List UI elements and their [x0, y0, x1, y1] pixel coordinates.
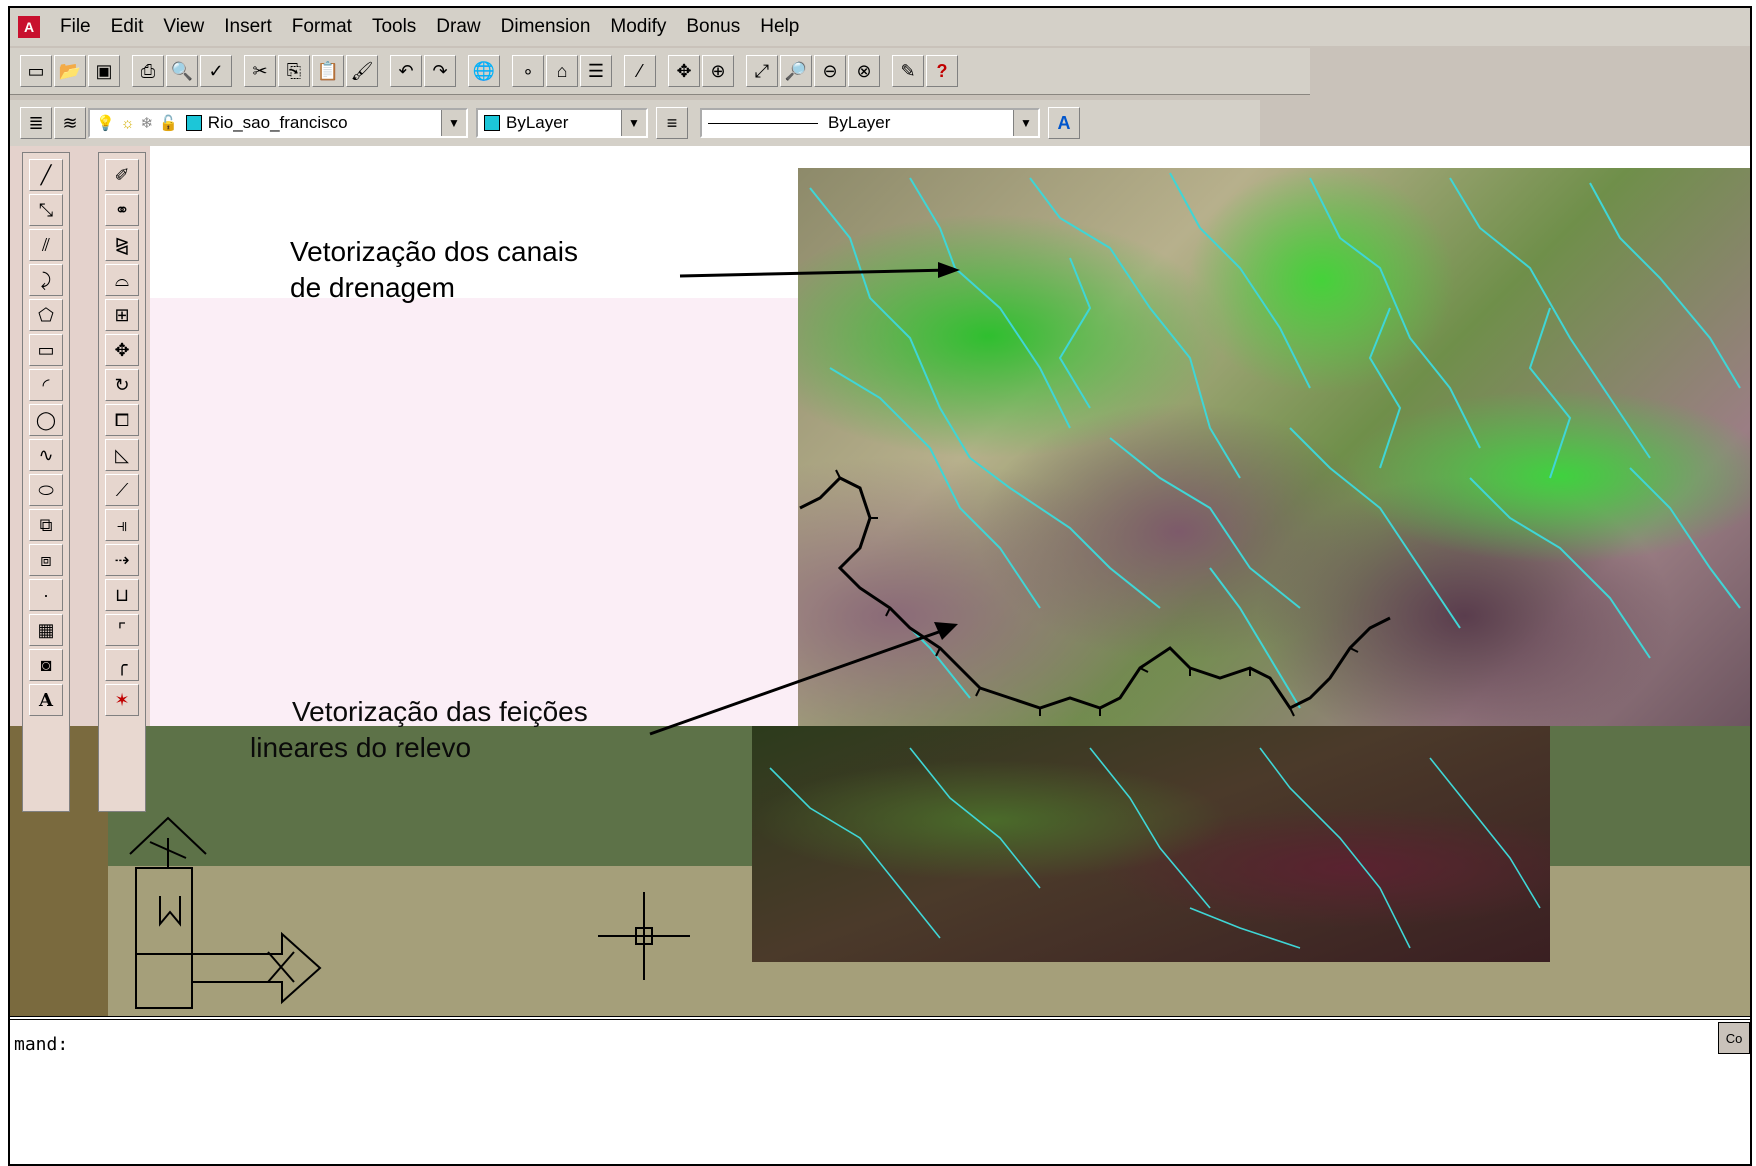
vector-overlay — [129, 172, 1741, 1009]
relief-feature-line — [799, 476, 1391, 710]
drainage-annotation-line1: Vetorização dos canais — [290, 236, 578, 267]
drainage-arrowhead — [938, 262, 960, 278]
crosshair-cursor — [598, 892, 690, 980]
ucs-axis-icon — [129, 816, 322, 1009]
command-corner[interactable]: Co — [1718, 1022, 1750, 1054]
drainage-arrow — [679, 268, 951, 278]
relief-annotation-line1: Vetorização das feições — [292, 696, 588, 727]
drainage-annotation-line2: de drenagem — [290, 272, 456, 303]
relief-arrow — [649, 626, 951, 736]
drainage-annotation: Vetorização dos canais de drenagem — [290, 234, 578, 306]
command-line[interactable]: mand: Co — [10, 1016, 1750, 1164]
drainage-channels-lower — [769, 747, 1541, 949]
autocad-window: A File Edit View Insert Format Tools Dra… — [8, 6, 1752, 1166]
relief-annotation-line2: lineares do relevo — [250, 732, 472, 763]
command-prompt: mand: — [14, 1034, 69, 1055]
